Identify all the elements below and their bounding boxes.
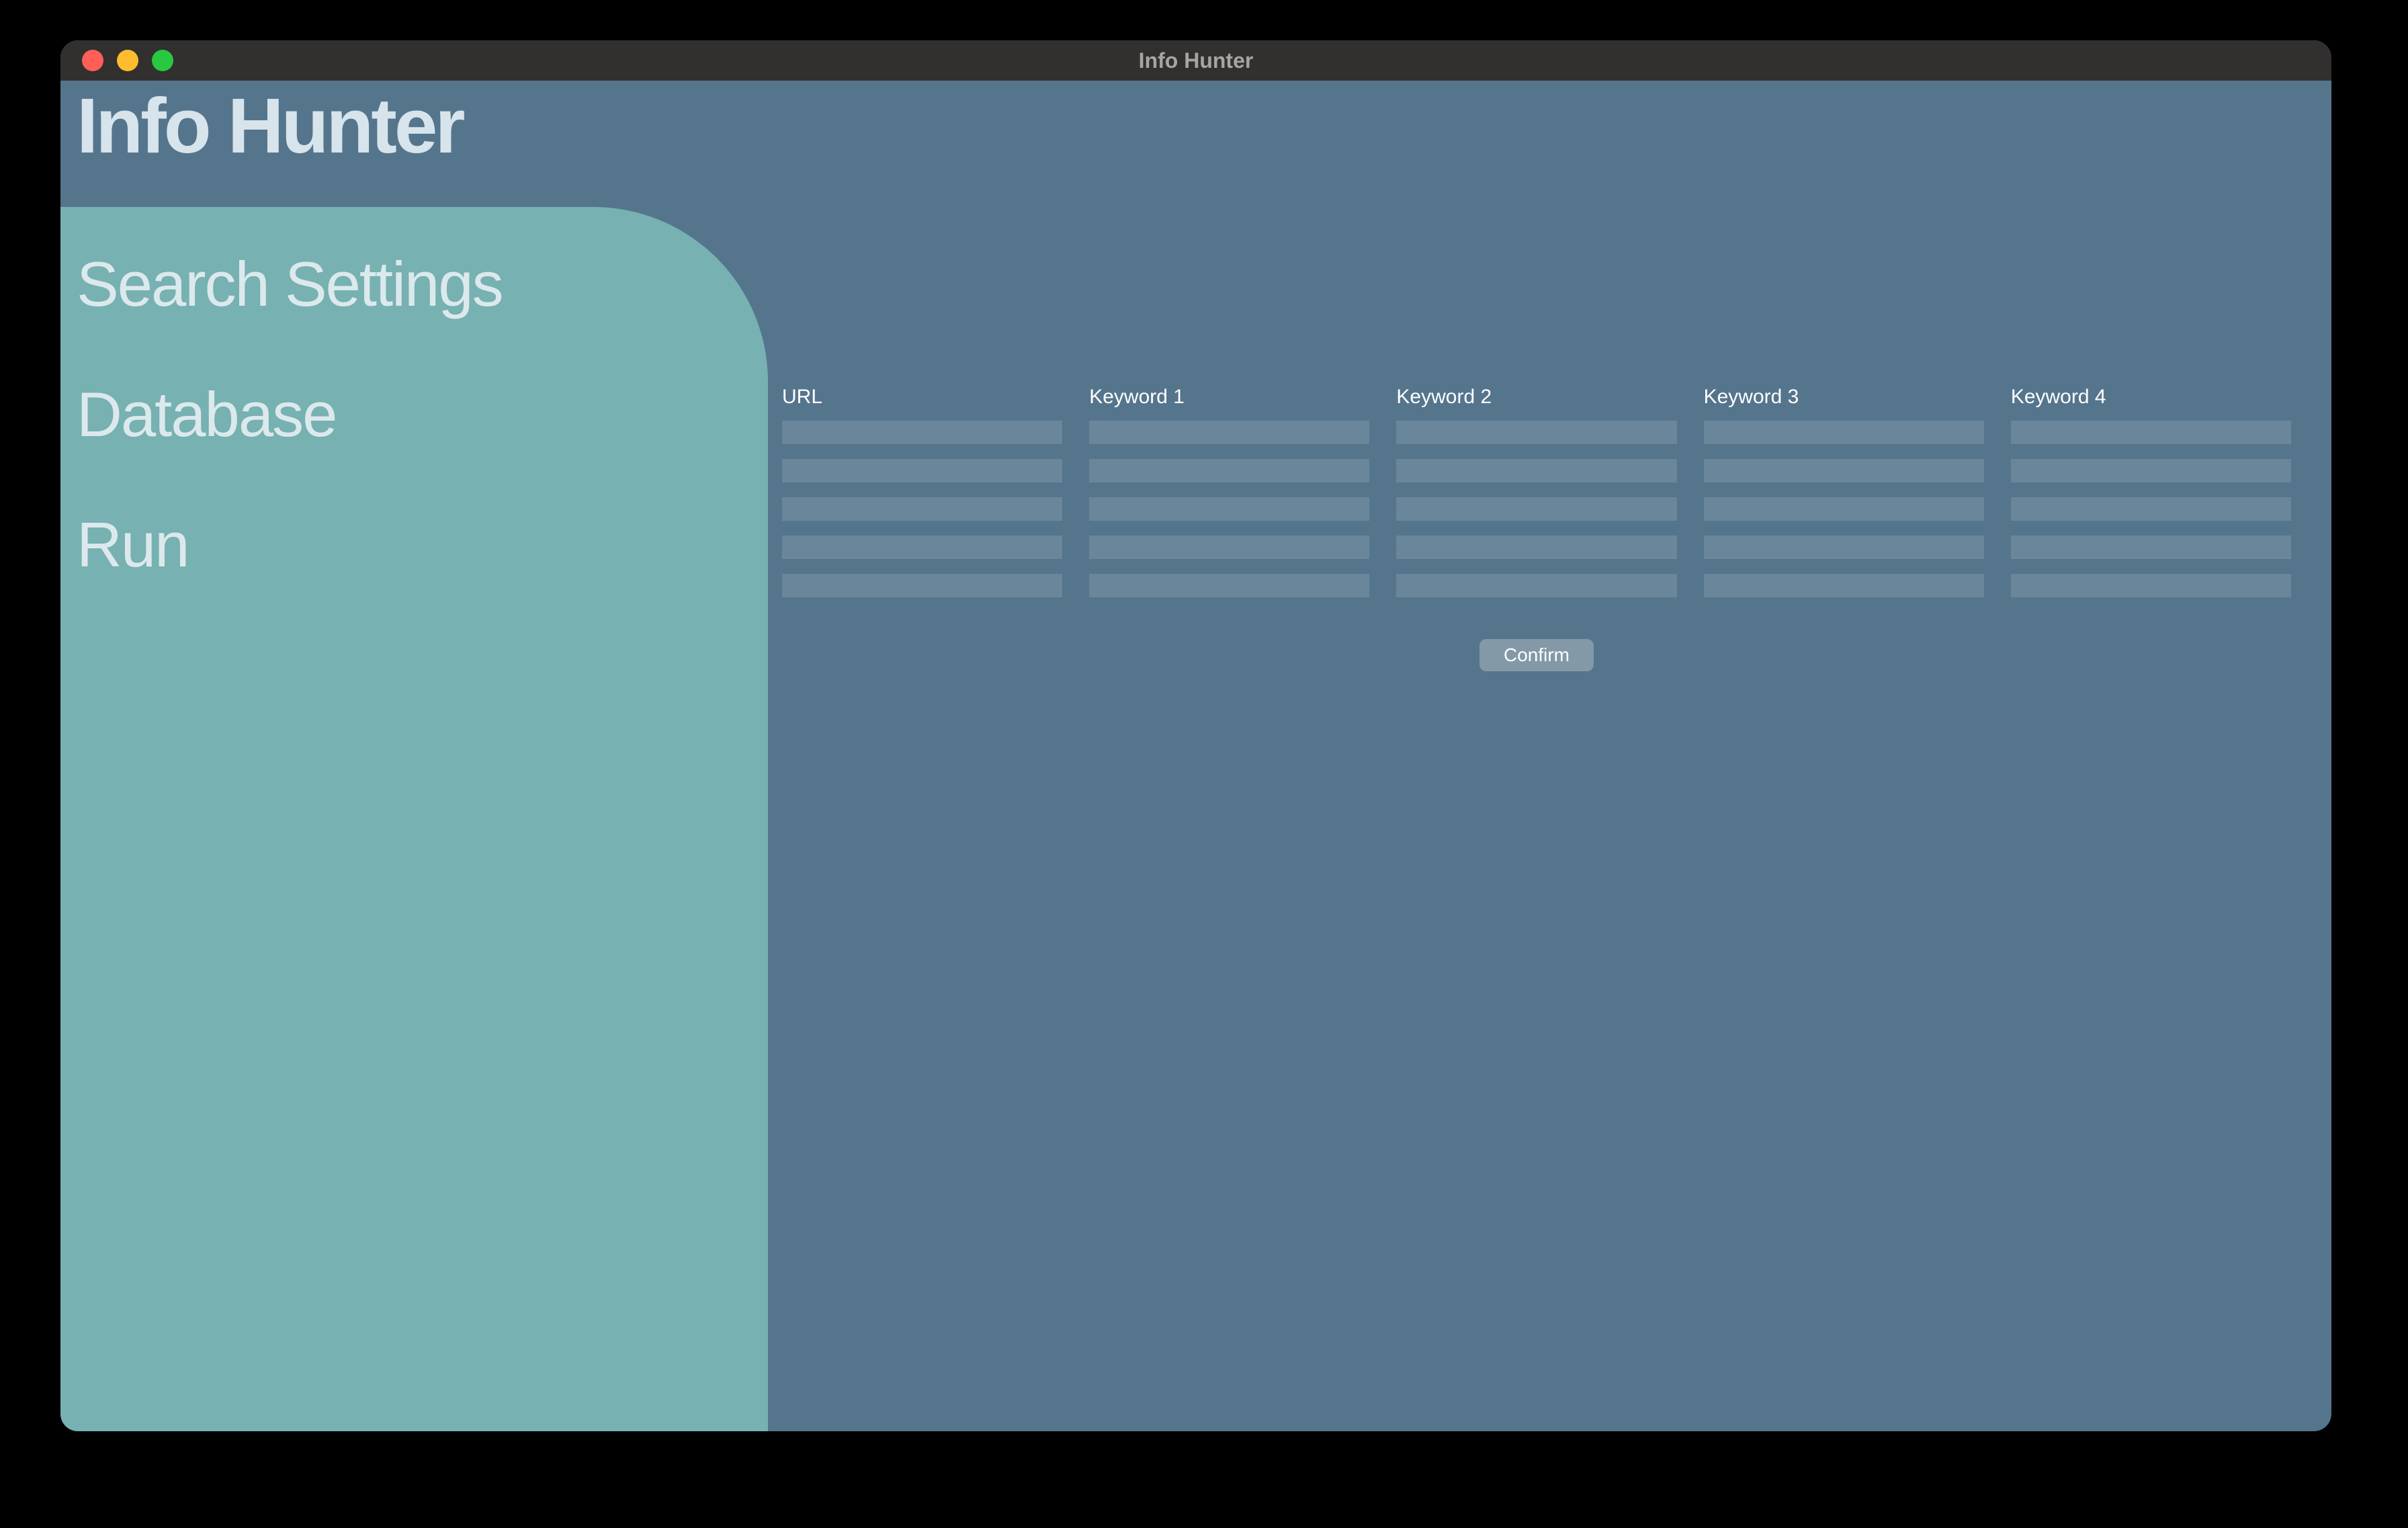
field-stack — [2011, 421, 2291, 597]
sidebar-item-label: Search Settings — [77, 249, 503, 319]
field-stack — [1396, 421, 1676, 597]
keyword-1-input[interactable] — [1089, 459, 1369, 482]
traffic-lights — [60, 50, 173, 71]
field-stack — [1089, 421, 1369, 597]
column-label: Keyword 1 — [1089, 386, 1369, 409]
column-keyword-4: Keyword 4 — [2011, 386, 2291, 597]
keyword-2-input[interactable] — [1396, 574, 1676, 597]
url-input[interactable] — [782, 497, 1062, 521]
main-panel: URL Keyword 1 — [782, 386, 2291, 671]
keyword-3-input[interactable] — [1704, 574, 1984, 597]
keyword-2-input[interactable] — [1396, 536, 1676, 559]
keyword-3-input[interactable] — [1704, 459, 1984, 482]
column-keyword-2: Keyword 2 — [1396, 386, 1676, 597]
form-columns: URL Keyword 1 — [782, 386, 2291, 597]
titlebar[interactable]: Info Hunter — [60, 40, 2331, 81]
sidebar: Search Settings Database Run — [60, 207, 768, 1431]
field-stack — [782, 421, 1062, 597]
column-keyword-3: Keyword 3 — [1704, 386, 1984, 597]
confirm-row: Confirm — [782, 639, 2291, 671]
url-input[interactable] — [782, 574, 1062, 597]
keyword-1-input[interactable] — [1089, 536, 1369, 559]
column-label: Keyword 4 — [2011, 386, 2291, 409]
url-input[interactable] — [782, 459, 1062, 482]
keyword-3-input[interactable] — [1704, 536, 1984, 559]
keyword-2-input[interactable] — [1396, 459, 1676, 482]
content-area: Info Hunter Search Settings Database Run… — [60, 81, 2331, 1431]
column-keyword-1: Keyword 1 — [1089, 386, 1369, 597]
keyword-4-input[interactable] — [2011, 497, 2291, 521]
maximize-icon[interactable] — [152, 50, 173, 71]
keyword-4-input[interactable] — [2011, 574, 2291, 597]
sidebar-item-search-settings[interactable]: Search Settings — [77, 253, 768, 316]
keyword-3-input[interactable] — [1704, 497, 1984, 521]
keyword-1-input[interactable] — [1089, 574, 1369, 597]
sidebar-item-label: Run — [77, 509, 188, 580]
keyword-1-input[interactable] — [1089, 421, 1369, 444]
keyword-1-input[interactable] — [1089, 497, 1369, 521]
keyword-2-input[interactable] — [1396, 421, 1676, 444]
column-label: Keyword 3 — [1704, 386, 1984, 409]
column-label: URL — [782, 386, 1062, 409]
keyword-2-input[interactable] — [1396, 497, 1676, 521]
sidebar-item-label: Database — [77, 379, 336, 450]
app-window: Info Hunter Info Hunter Search Settings … — [60, 40, 2331, 1431]
column-label: Keyword 2 — [1396, 386, 1676, 409]
url-input[interactable] — [782, 536, 1062, 559]
window-title: Info Hunter — [1139, 48, 1254, 73]
keyword-4-input[interactable] — [2011, 459, 2291, 482]
keyword-4-input[interactable] — [2011, 421, 2291, 444]
sidebar-item-run[interactable]: Run — [77, 513, 768, 577]
field-stack — [1704, 421, 1984, 597]
close-icon[interactable] — [82, 50, 103, 71]
keyword-4-input[interactable] — [2011, 536, 2291, 559]
url-input[interactable] — [782, 421, 1062, 444]
confirm-button[interactable]: Confirm — [1479, 639, 1594, 671]
minimize-icon[interactable] — [117, 50, 138, 71]
sidebar-item-database[interactable]: Database — [77, 383, 768, 446]
keyword-3-input[interactable] — [1704, 421, 1984, 444]
column-url: URL — [782, 386, 1062, 597]
app-title: Info Hunter — [77, 81, 463, 171]
